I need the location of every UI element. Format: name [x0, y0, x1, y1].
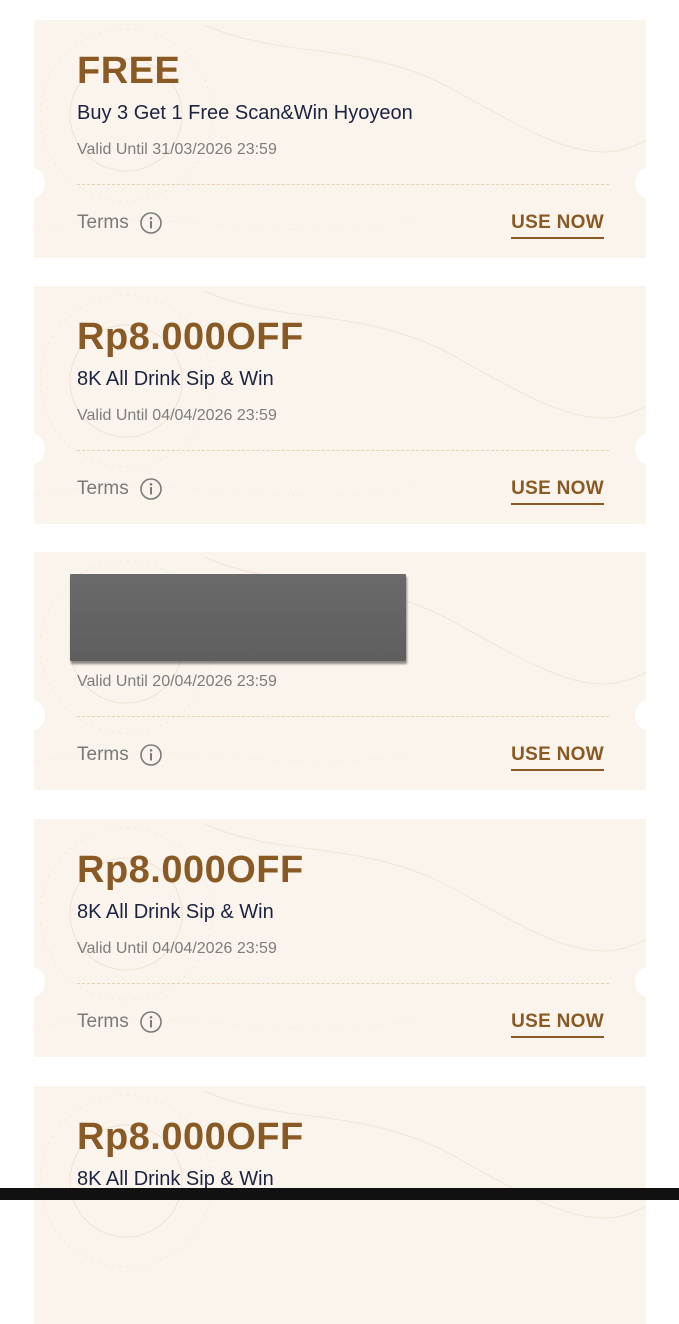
terms-button[interactable]: Terms: [77, 477, 163, 501]
coupon-description: Buy 3 Get 1 Free Scan&Win Hyoyeon: [77, 102, 413, 124]
coupon-description: 8K All Drink Sip & Win: [77, 368, 274, 390]
ticket-notch-left: [34, 434, 45, 464]
use-now-button[interactable]: USE NOW: [511, 211, 604, 239]
use-now-button[interactable]: USE NOW: [511, 1010, 604, 1038]
use-now-button[interactable]: USE NOW: [511, 477, 604, 505]
ticket-notch-left: [34, 700, 45, 730]
coupon-valid-until: Valid Until 04/04/2026 23:59: [77, 407, 277, 424]
coupon-valid-until: Valid Until 20/04/2026 23:59: [77, 673, 277, 690]
bottom-system-bar: [0, 1188, 679, 1200]
ticket-notch-right: [635, 168, 646, 198]
ticket-notch-left: [34, 967, 45, 997]
terms-label: Terms: [77, 1011, 129, 1032]
redacted-block: [70, 574, 406, 661]
ticket-notch-right: [635, 434, 646, 464]
coupon-valid-until: Valid Until 04/04/2026 23:59: [77, 940, 277, 957]
info-circle-icon[interactable]: [139, 743, 163, 767]
coupon-divider: [77, 184, 609, 185]
ticket-notch-right: [635, 700, 646, 730]
ticket-notch-right: [635, 967, 646, 997]
terms-label: Terms: [77, 212, 129, 233]
coupon-divider: [77, 450, 609, 451]
info-circle-icon[interactable]: [139, 477, 163, 501]
coupon-card[interactable]: Rp8.000OFF 8K All Drink Sip & Win: [34, 1086, 646, 1324]
coupon-card[interactable]: FREE Buy 3 Get 1 Free Scan&Win Hyoyeon V…: [34, 20, 646, 258]
coupon-card[interactable]: Rp8.000OFF 8K All Drink Sip & Win Valid …: [34, 819, 646, 1057]
coupon-title: Rp8.000OFF: [77, 849, 304, 891]
info-circle-icon[interactable]: [139, 1010, 163, 1034]
terms-button[interactable]: Terms: [77, 743, 163, 767]
terms-label: Terms: [77, 478, 129, 499]
coupon-description: 8K All Drink Sip & Win: [77, 901, 274, 923]
coupon-title: FREE: [77, 50, 181, 92]
info-circle-icon[interactable]: [139, 211, 163, 235]
coupon-card[interactable]: Valid Until 20/04/2026 23:59 Terms USE N…: [34, 552, 646, 790]
coupon-title: Rp8.000OFF: [77, 1116, 304, 1158]
coupon-valid-until: Valid Until 31/03/2026 23:59: [77, 141, 277, 158]
coupon-divider: [77, 716, 609, 717]
coupon-card[interactable]: Rp8.000OFF 8K All Drink Sip & Win Valid …: [34, 286, 646, 524]
coupon-title: Rp8.000OFF: [77, 316, 304, 358]
coupon-divider: [77, 983, 609, 984]
terms-label: Terms: [77, 744, 129, 765]
use-now-button[interactable]: USE NOW: [511, 743, 604, 771]
ticket-notch-left: [34, 168, 45, 198]
terms-button[interactable]: Terms: [77, 1010, 163, 1034]
terms-button[interactable]: Terms: [77, 211, 163, 235]
